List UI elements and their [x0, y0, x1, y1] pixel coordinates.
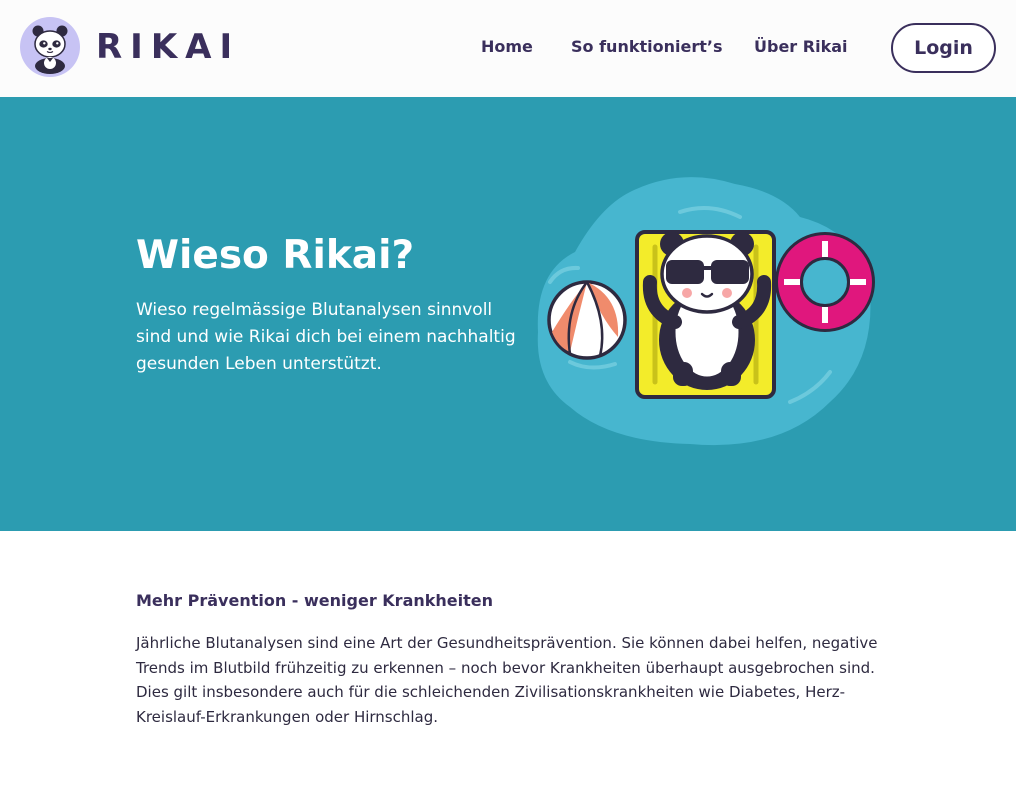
hero-section: Wieso Rikai? Wieso regelmässige Blutanal…: [0, 97, 1016, 531]
hero-subtitle: Wieso regelmässige Blutanalysen sinnvoll…: [136, 300, 516, 374]
hero-title: Wieso Rikai?: [136, 233, 415, 278]
login-button[interactable]: Login: [891, 23, 996, 73]
nav-how-it-works[interactable]: So funktioniert’s: [571, 37, 722, 56]
site-header: RIKAI Home So funktioniert’s Über Rikai …: [0, 0, 1016, 97]
section-body: Jährliche Blutanalysen sind eine Art der…: [136, 634, 878, 726]
content-section: Mehr Prävention - weniger Krankheiten Jä…: [136, 590, 886, 729]
main-nav: Home So funktioniert’s Über Rikai: [0, 37, 1016, 61]
nav-about[interactable]: Über Rikai: [754, 37, 847, 56]
section-heading: Mehr Prävention - weniger Krankheiten: [136, 591, 494, 610]
nav-home[interactable]: Home: [481, 37, 533, 56]
panda-on-pool-float-illustration: [537, 177, 875, 446]
